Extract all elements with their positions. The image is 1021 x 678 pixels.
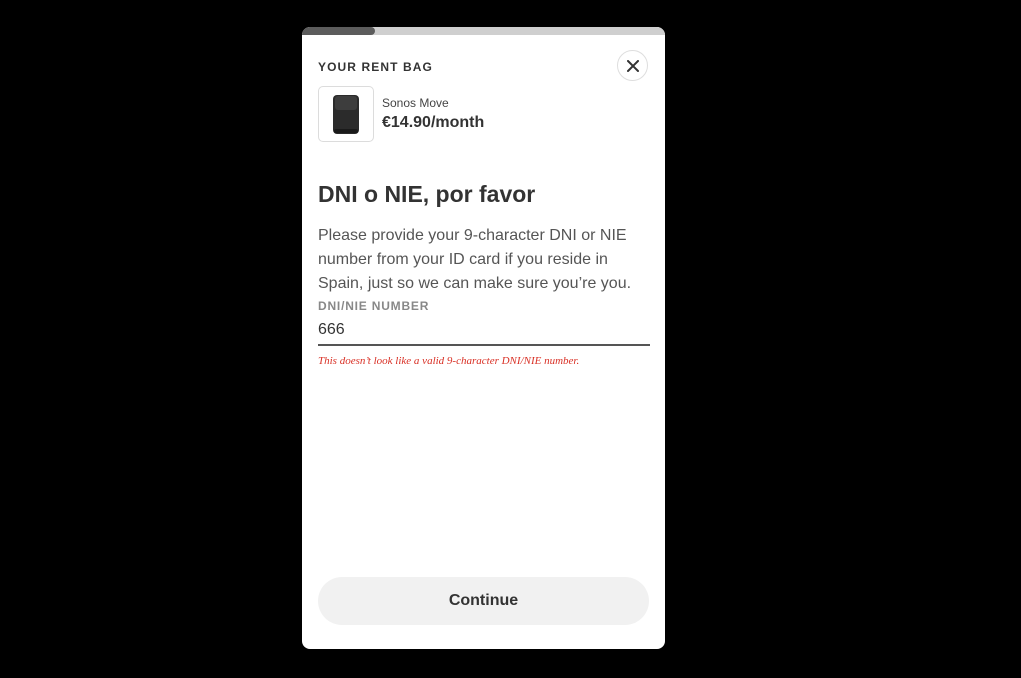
rent-bag-title: YOUR RENT BAG <box>318 60 433 74</box>
rent-bag-modal: YOUR RENT BAG Sonos Move €14.90/month DN… <box>302 27 665 649</box>
continue-button[interactable]: Continue <box>318 577 649 625</box>
speaker-icon <box>333 95 359 134</box>
form-description: Please provide your 9-character DNI or N… <box>318 227 632 292</box>
product-thumbnail <box>318 86 374 142</box>
close-icon <box>626 59 639 72</box>
dni-field-label: DNI/NIE NUMBER <box>318 299 430 313</box>
product-name: Sonos Move <box>382 96 449 110</box>
dni-input[interactable] <box>318 316 650 346</box>
page-title: DNI o NIE, por favor <box>318 181 536 207</box>
product-price: €14.90/month <box>382 114 485 131</box>
progress-bar <box>302 27 665 35</box>
progress-bar-fill <box>302 27 375 35</box>
close-button[interactable] <box>617 50 648 81</box>
dni-error-message: This doesn’t look like a valid 9-charact… <box>318 355 580 367</box>
